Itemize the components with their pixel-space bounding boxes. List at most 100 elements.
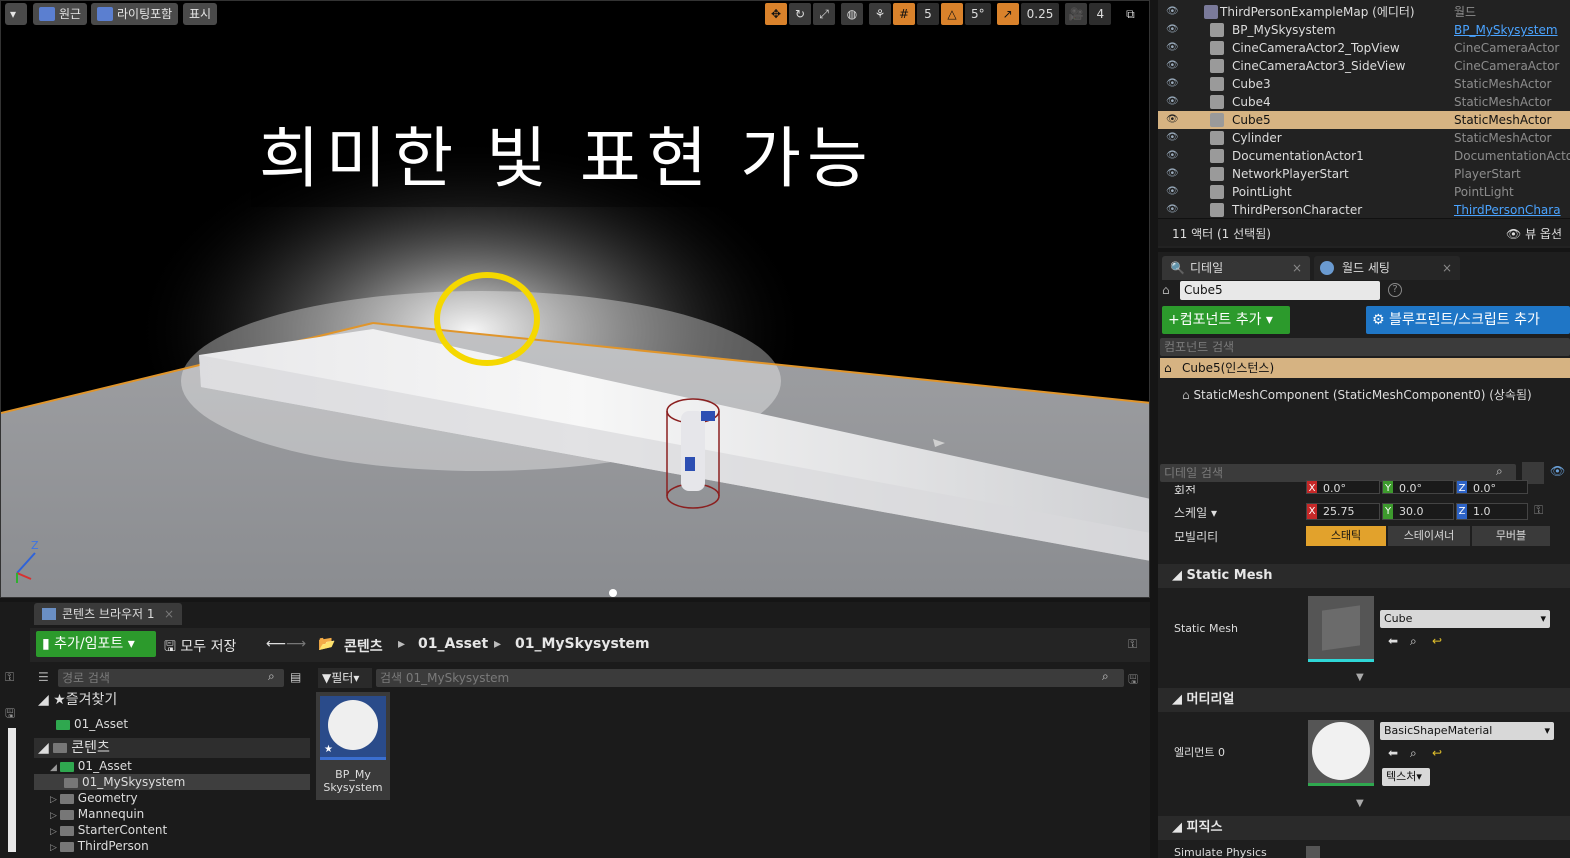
tree-folder[interactable]: ◢ 01_Asset xyxy=(50,758,132,774)
breadcrumb-skysystem[interactable]: 01_MySkysystem xyxy=(515,636,650,652)
outliner-row[interactable]: 👁 CineCameraActor3_SideView CineCameraActo… xyxy=(1158,57,1570,75)
section-static-mesh[interactable]: ◢ Static Mesh xyxy=(1158,564,1570,588)
scale-snap-value[interactable]: 0.25 xyxy=(1020,3,1060,25)
perspective-button[interactable]: 원근 xyxy=(33,3,88,25)
lock-icon[interactable]: ⚿ xyxy=(1534,503,1543,518)
outliner-row[interactable]: 👁 DocumentationActor1 DocumentationActo xyxy=(1158,147,1570,165)
section-materials[interactable]: ◢ 머티리얼 xyxy=(1158,688,1570,712)
expand-arrow-icon[interactable]: ▷ xyxy=(50,843,60,853)
outliner-row[interactable]: 👁 Cube4 StaticMeshActor xyxy=(1158,93,1570,111)
material-thumbnail[interactable] xyxy=(1308,720,1374,786)
viewport-menu-button[interactable]: ▾ xyxy=(5,3,27,25)
grid-snap-icon[interactable]: # xyxy=(893,3,915,25)
favorites-header[interactable]: ◢ ★즐겨찾기 xyxy=(38,692,117,708)
path-search-input[interactable]: 경로 검색 xyxy=(58,669,284,687)
tree-folder[interactable]: ▷ Geometry xyxy=(50,790,138,806)
expand-arrow-icon[interactable]: ▷ xyxy=(50,795,60,805)
back-arrow-icon[interactable]: ⟵ xyxy=(266,636,286,652)
material-combo[interactable]: BasicShapeMaterial ▾ xyxy=(1380,722,1554,740)
content-browser-tab[interactable]: 콘텐츠 브라우저 1 × xyxy=(34,603,182,625)
visibility-eye-icon[interactable]: 👁 xyxy=(1166,78,1180,89)
add-component-button[interactable]: +컴포넌트 추가 ▾ xyxy=(1162,306,1290,334)
reset-icon[interactable]: ↩ xyxy=(1432,746,1442,760)
visibility-eye-icon[interactable]: 👁 xyxy=(1166,168,1180,179)
visibility-eye-icon[interactable]: 👁 xyxy=(1166,114,1180,125)
expand-icon[interactable]: ▼ xyxy=(1356,672,1364,683)
scale-z-field[interactable]: Z 1.0 xyxy=(1456,503,1528,520)
collections-icon[interactable]: ▤ xyxy=(290,670,301,684)
tab-details[interactable]: 🔍 디테일 × xyxy=(1162,256,1310,280)
camera-speed-icon[interactable]: 🎥 xyxy=(1065,3,1088,25)
outliner-row[interactable]: 👁 Cylinder StaticMeshActor xyxy=(1158,129,1570,147)
save-all-button[interactable]: 🖫 모두 저장 xyxy=(164,636,236,660)
level-viewport[interactable]: Z ▾ 원근 라이팅포함 표시 ✥ ↻ ⤢ ◍ ⚘ # 5 △ 5° ↗ 0.2… xyxy=(0,0,1150,598)
rotation-y-field[interactable]: Y 0.0° xyxy=(1382,480,1454,494)
visibility-eye-icon[interactable]: 👁 xyxy=(1166,24,1180,35)
outliner-row[interactable]: 👁 ThirdPersonExampleMap (에디터) 월드 xyxy=(1158,3,1570,21)
browse-icon[interactable]: ⌕ xyxy=(1410,634,1417,649)
blueprint-script-button[interactable]: ⚙ 블루프린트/스크립트 추가 xyxy=(1366,306,1570,334)
scale-y-field[interactable]: Y 30.0 xyxy=(1382,503,1454,520)
scale-snap-icon[interactable]: ↗ xyxy=(996,3,1019,25)
reset-icon[interactable]: ↩ xyxy=(1432,634,1442,648)
component-search-input[interactable]: 컴포넌트 검색 xyxy=(1160,338,1570,356)
close-icon[interactable]: × xyxy=(164,603,174,625)
visibility-eye-icon[interactable]: 👁 xyxy=(1166,150,1180,161)
mobility-static-button[interactable]: 스태틱 xyxy=(1306,526,1386,546)
rotation-z-field[interactable]: Z 0.0° xyxy=(1456,480,1528,494)
translate-tool-icon[interactable]: ✥ xyxy=(765,3,787,25)
section-physics[interactable]: ◢ 피직스 xyxy=(1158,816,1570,840)
camera-speed-value[interactable]: 4 xyxy=(1089,3,1112,25)
mobility-stationary-button[interactable]: 스테이셔너 xyxy=(1388,526,1470,546)
surface-snap-icon[interactable]: ⚘ xyxy=(869,3,891,25)
outliner-row-type[interactable]: BP_MySkysystem xyxy=(1454,21,1558,39)
rotation-x-field[interactable]: X 0.0° xyxy=(1306,480,1380,494)
breadcrumb-separator-icon[interactable]: ▸ xyxy=(398,636,405,652)
lighting-mode-button[interactable]: 라이팅포함 xyxy=(91,3,179,25)
lock-icon[interactable]: ⚿ xyxy=(5,670,14,685)
scrollbar[interactable] xyxy=(8,728,16,852)
outliner-row[interactable]: 👁 CineCameraActor2_TopView CineCameraActor xyxy=(1158,39,1570,57)
visibility-eye-icon[interactable]: 👁 xyxy=(1166,186,1180,197)
visibility-eye-icon[interactable]: 👁 xyxy=(1166,204,1180,215)
close-icon[interactable]: × xyxy=(1292,256,1302,280)
breadcrumb-separator-icon[interactable]: ▸ xyxy=(494,636,501,652)
outliner-row[interactable]: 👁 Cube3 StaticMeshActor xyxy=(1158,75,1570,93)
add-import-button[interactable]: ▮ 추가/임포트 ▾ xyxy=(36,631,156,657)
visibility-eye-icon[interactable]: 👁 xyxy=(1166,132,1180,143)
mobility-movable-button[interactable]: 무버블 xyxy=(1472,526,1550,546)
scale-x-field[interactable]: X 25.75 xyxy=(1306,503,1380,520)
instance-row[interactable]: ⌂ Cube5(인스턴스) xyxy=(1160,358,1570,378)
static-mesh-combo[interactable]: Cube ▾ xyxy=(1380,610,1550,628)
angle-snap-icon[interactable]: △ xyxy=(941,3,963,25)
show-button[interactable]: 표시 xyxy=(183,3,218,25)
visibility-eye-icon[interactable]: 👁 xyxy=(1166,96,1180,107)
outliner-row[interactable]: 👁 Cube5 StaticMeshActor xyxy=(1158,111,1570,129)
view-options-button[interactable]: 👁 뷰 옵션 xyxy=(1506,225,1562,242)
visibility-eye-icon[interactable]: 👁 xyxy=(1166,60,1180,71)
list-options-icon[interactable]: ☰ xyxy=(38,670,49,684)
rotate-tool-icon[interactable]: ↻ xyxy=(789,3,811,25)
outliner-row[interactable]: 👁 PointLight PointLight xyxy=(1158,183,1570,201)
component-row[interactable]: ⌂ StaticMeshComponent (StaticMeshCompone… xyxy=(1182,386,1532,403)
visibility-eye-icon[interactable]: 👁 xyxy=(1166,6,1180,17)
asset-tile[interactable]: ★ BP_My Skysystem xyxy=(316,692,390,800)
close-icon[interactable]: × xyxy=(1442,256,1452,280)
visibility-eye-icon[interactable]: 👁 xyxy=(1166,42,1180,53)
breadcrumb-asset[interactable]: 01_Asset xyxy=(418,636,488,652)
tree-folder[interactable]: 01_MySkysystem xyxy=(34,774,310,790)
actor-name-field[interactable]: Cube5 xyxy=(1180,281,1380,300)
simulate-physics-checkbox[interactable] xyxy=(1306,846,1320,858)
outliner-row[interactable]: 👁 BP_MySkysystem BP_MySkysystem xyxy=(1158,21,1570,39)
content-root[interactable]: ◢ 콘텐츠 xyxy=(34,738,310,758)
expand-icon[interactable]: ▼ xyxy=(1356,798,1364,809)
expand-arrow-icon[interactable]: ▷ xyxy=(50,827,60,837)
outliner-row[interactable]: 👁 ThirdPersonCharacter ThirdPersonChara xyxy=(1158,201,1570,219)
lock-icon[interactable]: ⚿ xyxy=(1128,637,1137,652)
eye-icon[interactable]: 👁 xyxy=(1550,464,1565,478)
static-mesh-thumbnail[interactable] xyxy=(1308,596,1374,662)
back-arrow-icon[interactable]: ⬅ xyxy=(1388,746,1398,760)
outliner-row-type[interactable]: ThirdPersonChara xyxy=(1454,201,1561,219)
tree-folder[interactable]: ▷ StarterContent xyxy=(50,822,167,838)
expand-arrow-icon[interactable]: ◢ xyxy=(50,763,60,773)
